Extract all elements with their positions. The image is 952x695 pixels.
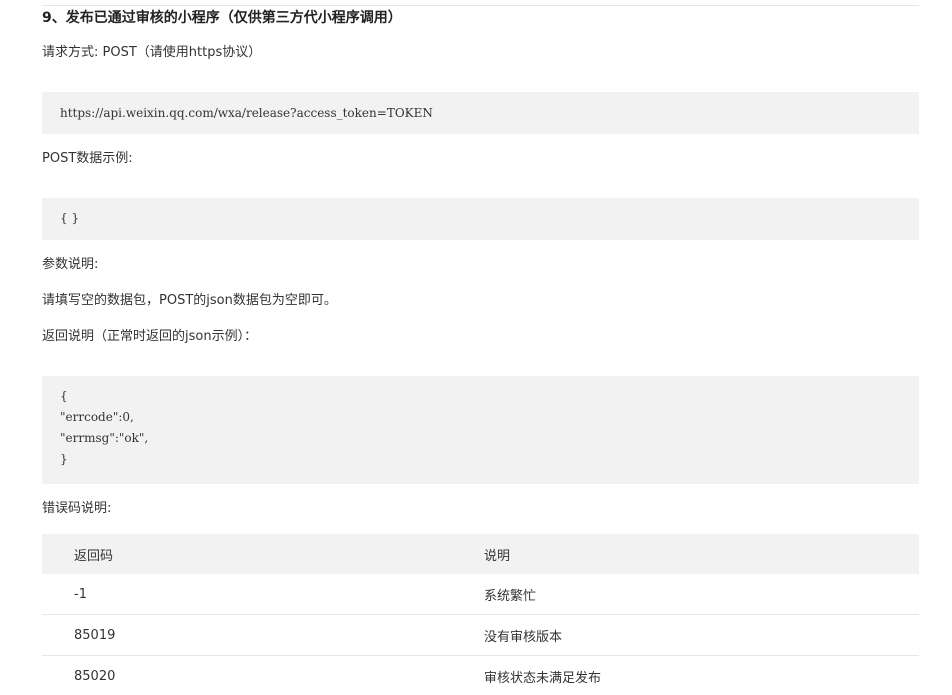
- params-label: 参数说明:: [42, 257, 99, 272]
- post-example-code: { }: [60, 211, 80, 225]
- section-heading: 9、发布已通过审核的小程序（仅供第三方代小程序调用）: [42, 10, 402, 26]
- table-row: 85019 没有审核版本: [42, 614, 919, 656]
- return-code-line: "errcode":0,: [60, 410, 134, 424]
- endpoint-url[interactable]: https://api.weixin.qq.com/wxa/release?ac…: [60, 103, 901, 124]
- table-row: 85020 审核状态未满足发布: [42, 655, 919, 695]
- error-label: 错误码说明:: [42, 501, 112, 516]
- cell-description: 系统繁忙: [484, 588, 537, 604]
- top-divider: [42, 5, 919, 6]
- return-code-line: "errmsg":"ok",: [60, 431, 149, 445]
- post-example-label: POST数据示例:: [42, 151, 133, 166]
- table-header-row: 返回码 说明: [42, 534, 919, 574]
- cell-description: 没有审核版本: [484, 614, 919, 656]
- doc-page: 9、发布已通过审核的小程序（仅供第三方代小程序调用） 请求方式: POST（请使…: [0, 0, 952, 695]
- return-code-line: {: [60, 389, 68, 403]
- error-code-table: 返回码 说明 -1 系统繁忙 85019 没有审核版本 85020 审核状态未满…: [42, 534, 919, 695]
- request-method-text: 请求方式: POST（请使用https协议）: [42, 45, 262, 60]
- cell-code: -1: [74, 586, 87, 602]
- cell-description: 审核状态未满足发布: [484, 655, 919, 695]
- params-description: 请填写空的数据包，POST的json数据包为空即可。: [42, 293, 337, 308]
- return-code-line: }: [60, 452, 68, 466]
- endpoint-code-block: https://api.weixin.qq.com/wxa/release?ac…: [42, 92, 919, 134]
- cell-code: 85020: [42, 655, 484, 695]
- return-code-block: { "errcode":0, "errmsg":"ok", }: [42, 376, 919, 484]
- cell-code: 85019: [42, 614, 484, 656]
- table-row: -1 系统繁忙: [42, 574, 919, 615]
- return-label: 返回说明（正常时返回的json示例）：: [42, 329, 258, 344]
- header-return-code: 返回码: [74, 548, 114, 564]
- header-description: 说明: [484, 548, 511, 564]
- post-example-code-block: { }: [42, 198, 919, 240]
